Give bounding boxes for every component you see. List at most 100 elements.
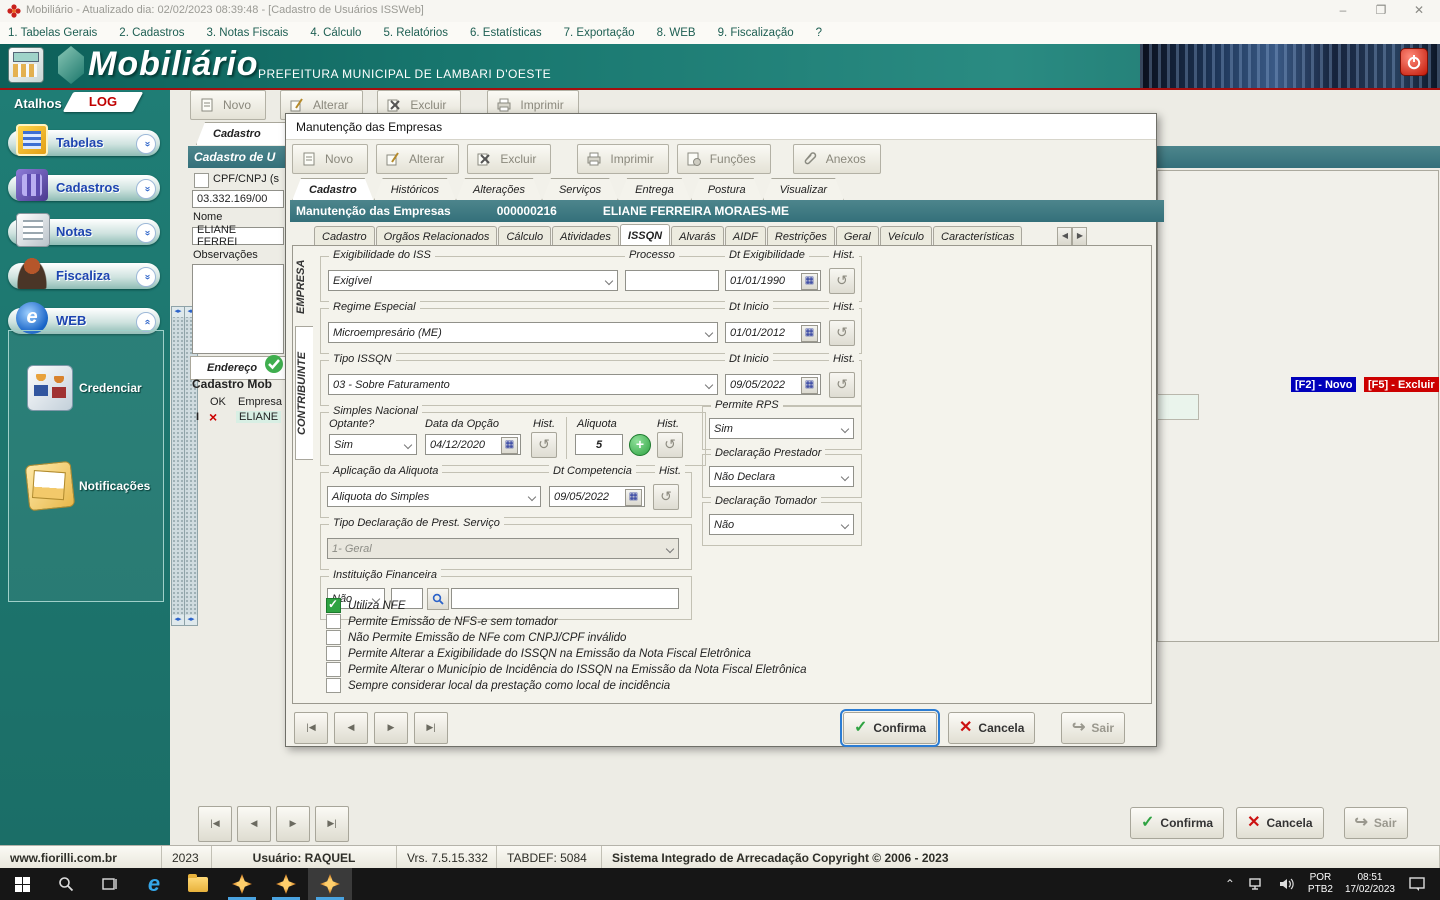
- local-prestacao-checkbox[interactable]: [326, 678, 341, 693]
- sidebar-item-cadastros[interactable]: Cadastros »: [8, 169, 160, 201]
- permite-rps-select[interactable]: Sim: [709, 418, 854, 439]
- aplicacao-hist-button[interactable]: ↺: [653, 484, 679, 510]
- calendar-icon[interactable]: ▦: [801, 325, 818, 342]
- tab-visualizar[interactable]: Visualizar: [763, 178, 845, 201]
- nome-input[interactable]: ELIANE FERREI: [192, 224, 284, 248]
- menu-estatisticas[interactable]: 6. Estatísticas: [470, 27, 542, 39]
- main-sair-button[interactable]: ↪ Sair: [1343, 807, 1408, 839]
- tab-inner-orgaos[interactable]: Orgãos Relacionados: [375, 226, 498, 246]
- first-record-button[interactable]: |◀: [198, 806, 232, 842]
- menu-tabelas-gerais[interactable]: 1. Tabelas Gerais: [8, 27, 97, 39]
- regime-dt-input[interactable]: 01/01/2012 ▦: [725, 322, 821, 343]
- calendar-icon[interactable]: ▦: [801, 377, 818, 394]
- instituicao-name-input[interactable]: [451, 588, 679, 609]
- tipo-issqn-hist-button[interactable]: ↺: [829, 372, 855, 398]
- last-record-button[interactable]: ▶|: [414, 712, 448, 744]
- network-icon[interactable]: [1249, 877, 1265, 891]
- tab-inner-issqn[interactable]: ISSQN: [619, 224, 671, 246]
- tab-inner-cadastro[interactable]: Cadastro: [314, 226, 375, 246]
- tab-inner-geral[interactable]: Geral: [835, 226, 879, 246]
- declaracao-prestador-select[interactable]: Não Declara: [709, 466, 854, 487]
- taskbar-app1-button[interactable]: [220, 868, 264, 900]
- dlg-excluir-button[interactable]: Excluir: [467, 144, 552, 174]
- dt-competencia-input[interactable]: 09/05/2022 ▦: [549, 486, 645, 507]
- declaracao-tomador-select[interactable]: Não: [709, 514, 854, 535]
- dlg-anexos-button[interactable]: Anexos: [792, 144, 881, 174]
- dt-exigibilidade-input[interactable]: 01/01/1990 ▦: [725, 270, 821, 291]
- menu-fiscalizacao[interactable]: 9. Fiscalização: [718, 27, 794, 39]
- regime-hist-button[interactable]: ↺: [829, 320, 855, 346]
- aplicacao-aliquota-select[interactable]: Aliquota do Simples: [327, 486, 541, 507]
- taskbar-app2-button[interactable]: [264, 868, 308, 900]
- tab-inner-alvaras[interactable]: Alvarás: [671, 226, 724, 246]
- log-tab[interactable]: LOG: [62, 92, 144, 112]
- utiliza-nfe-checkbox[interactable]: [326, 597, 341, 613]
- tab-scroll-left-button[interactable]: ◀: [1057, 227, 1073, 246]
- tipo-declaracao-select[interactable]: 1- Geral: [327, 538, 679, 559]
- taskbar-app3-button[interactable]: [308, 868, 352, 900]
- sidebar-item-tabelas[interactable]: Tabelas »: [8, 124, 160, 156]
- tab-historicos[interactable]: Históricos: [374, 178, 456, 201]
- menu-help[interactable]: ?: [816, 27, 822, 39]
- sidebar-item-credenciar[interactable]: Credenciar: [27, 361, 157, 415]
- tab-inner-veiculo[interactable]: Veículo: [879, 226, 933, 246]
- menu-relatorios[interactable]: 5. Relatórios: [383, 27, 448, 39]
- notification-center-icon[interactable]: [1408, 876, 1426, 892]
- prev-record-button[interactable]: ◀: [237, 806, 271, 842]
- exigibilidade-hist-button[interactable]: ↺: [829, 268, 855, 294]
- calendar-icon[interactable]: ▦: [501, 437, 518, 454]
- power-button[interactable]: [1400, 48, 1428, 76]
- tab-alteracoes[interactable]: Alterações: [456, 178, 542, 201]
- tipo-issqn-dt-input[interactable]: 09/05/2022 ▦: [725, 374, 821, 395]
- side-tab-contribuinte[interactable]: CONTRIBUINTE: [295, 326, 313, 460]
- processo-input[interactable]: [625, 270, 719, 291]
- tab-postura[interactable]: Postura: [691, 178, 763, 201]
- tab-cadastro[interactable]: Cadastro: [292, 178, 374, 201]
- alterar-municipio-checkbox[interactable]: [326, 662, 341, 677]
- chevron-down-icon[interactable]: »: [136, 223, 156, 243]
- taskbar-explorer-button[interactable]: [176, 868, 220, 900]
- chevron-up-icon[interactable]: «: [136, 312, 156, 332]
- sidebar-item-fiscaliza[interactable]: Fiscaliza »: [8, 257, 160, 289]
- last-record-button[interactable]: ▶|: [315, 806, 349, 842]
- next-record-button[interactable]: ▶: [276, 806, 310, 842]
- tipo-issqn-select[interactable]: 03 - Sobre Faturamento: [328, 374, 718, 395]
- cnpj-invalido-checkbox[interactable]: [326, 630, 341, 645]
- chevron-down-icon[interactable]: »: [136, 179, 156, 199]
- dlg-alterar-button[interactable]: Alterar: [376, 144, 460, 174]
- prev-record-button[interactable]: ◀: [334, 712, 368, 744]
- taskbar-ie-button[interactable]: e: [132, 868, 176, 900]
- tab-inner-restricoes[interactable]: Restrições: [766, 226, 835, 246]
- add-aliquota-button[interactable]: +: [629, 434, 651, 456]
- language-indicator[interactable]: POR PTB2: [1308, 872, 1333, 896]
- dlg-funcoes-button[interactable]: Funções: [676, 144, 771, 174]
- tab-inner-aidf[interactable]: AIDF: [724, 226, 766, 246]
- menu-notas-fiscais[interactable]: 3. Notas Fiscais: [207, 27, 289, 39]
- tab-inner-caracteristicas[interactable]: Características: [933, 226, 1023, 246]
- search-icon[interactable]: [427, 588, 449, 610]
- first-record-button[interactable]: |◀: [294, 712, 328, 744]
- nfse-sem-tomador-checkbox[interactable]: [326, 614, 341, 629]
- restore-button[interactable]: ❐: [1366, 3, 1396, 19]
- calendar-icon[interactable]: ▦: [625, 489, 642, 506]
- tab-entrega[interactable]: Entrega: [618, 178, 691, 201]
- chevron-down-icon[interactable]: »: [136, 267, 156, 287]
- bw-cpf-checkbox[interactable]: [194, 173, 209, 188]
- optante-select[interactable]: Sim: [329, 434, 417, 455]
- exigibilidade-select[interactable]: Exigível: [328, 270, 618, 291]
- clock[interactable]: 08:51 17/02/2023: [1345, 872, 1395, 896]
- dialog-titlebar[interactable]: Manutenção das Empresas: [286, 114, 1156, 140]
- main-cancela-button[interactable]: ✕ Cancela: [1236, 807, 1324, 839]
- tray-chevron-icon[interactable]: ⌃: [1225, 877, 1235, 891]
- regime-select[interactable]: Microempresário (ME): [328, 322, 718, 343]
- tab-inner-atividades[interactable]: Atividades: [552, 226, 619, 246]
- dlg-confirma-button[interactable]: ✓ Confirma: [839, 709, 941, 747]
- menu-web[interactable]: 8. WEB: [657, 27, 696, 39]
- bw-novo-button[interactable]: Novo: [190, 90, 267, 120]
- right-splitter-scrollbar[interactable]: ◂▸ ◂▸: [184, 306, 198, 626]
- tab-inner-calculo[interactable]: Cálculo: [498, 226, 552, 246]
- left-splitter-scrollbar[interactable]: ◂▸ ◂▸: [171, 306, 185, 626]
- speaker-icon[interactable]: [1279, 877, 1295, 891]
- simples-hist-button[interactable]: ↺: [531, 432, 557, 458]
- taskbar-search-button[interactable]: [44, 868, 88, 900]
